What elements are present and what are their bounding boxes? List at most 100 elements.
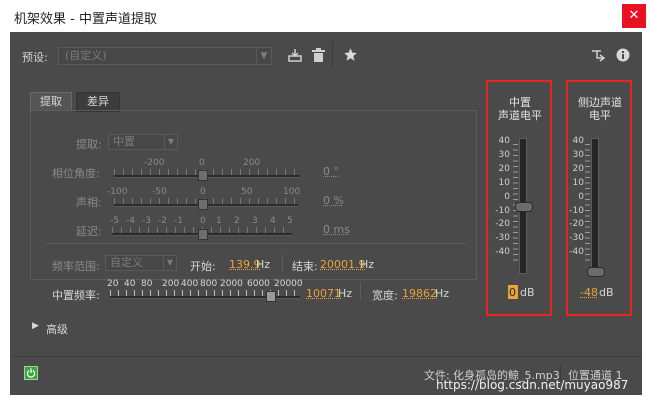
side-level-ticks — [585, 144, 590, 264]
pan-tick: 100 — [283, 187, 301, 197]
center-level-fader-knob[interactable] — [515, 202, 533, 212]
side-level-unit: dB — [599, 286, 614, 299]
center-freq-tick: 2000 — [220, 279, 243, 289]
chevron-down-icon: ▼ — [163, 256, 176, 270]
chevron-down-icon: ▼ — [256, 48, 271, 64]
delay-tick: -4 — [126, 216, 135, 226]
divider — [282, 254, 283, 272]
center-freq-tick: 80 — [141, 279, 153, 289]
effect-panel: 预设: (自定义) ▼ 提取 差异 提取: 中置 ▼ 相位角度: -200 0 … — [10, 32, 642, 395]
side-level-scale-label: 40 — [572, 136, 584, 146]
divider — [360, 282, 361, 300]
center-freq-value[interactable]: 10071 — [306, 287, 341, 300]
width-label: 宽度: — [372, 289, 398, 302]
side-level-scale-label: 0 — [578, 191, 584, 202]
preset-dropdown[interactable]: (自定义) ▼ — [58, 47, 272, 65]
center-level-scale-label: 0 — [504, 191, 510, 202]
freq-range-label: 频率范围: — [52, 260, 100, 273]
center-level-scale-label: -10 — [495, 205, 510, 216]
delay-label: 延迟: — [76, 225, 102, 238]
center-level-scale-label: 10 — [498, 177, 510, 188]
side-level-scale-label: 10 — [572, 177, 584, 188]
phase-slider-handle[interactable] — [198, 170, 208, 181]
divider — [46, 243, 466, 244]
phase-tick: 200 — [243, 158, 261, 168]
end-label: 结束: — [292, 260, 318, 273]
extract-label: 提取: — [76, 138, 102, 151]
delay-value[interactable]: 0 ms — [323, 223, 350, 236]
center-level-scale-label: -20 — [495, 219, 510, 230]
end-value[interactable]: 20001.9 — [320, 258, 366, 271]
side-level-scale-label: -30 — [569, 233, 584, 244]
center-freq-tick: 800 — [200, 279, 218, 289]
chevron-down-icon: ▼ — [164, 135, 177, 149]
preset-value: (自定义) — [65, 49, 107, 62]
save-preset-icon[interactable] — [288, 48, 302, 62]
extract-dropdown[interactable]: 中置 ▼ — [108, 134, 178, 150]
width-value[interactable]: 19862 — [402, 287, 437, 300]
delay-tick: -2 — [158, 216, 167, 226]
center-freq-tick: 20000 — [274, 279, 303, 289]
power-icon — [26, 368, 36, 378]
pan-tick: 50 — [241, 187, 253, 197]
tab-extract[interactable]: 提取 — [30, 92, 72, 111]
side-level-scale-label: -40 — [569, 247, 584, 258]
power-button[interactable] — [24, 366, 38, 380]
side-level-fader-knob[interactable] — [587, 267, 605, 278]
end-unit: Hz — [360, 258, 375, 271]
advanced-label[interactable]: 高级 — [46, 321, 68, 337]
preset-label: 预设: — [22, 51, 48, 64]
side-level-scale-label: 30 — [572, 149, 584, 160]
center-level-scale-label: 30 — [498, 149, 510, 160]
center-freq-unit: Hz — [338, 287, 353, 300]
pan-value[interactable]: 0 % — [323, 194, 344, 207]
freq-range-value: 自定义 — [110, 256, 143, 269]
delete-preset-icon[interactable] — [312, 48, 325, 62]
window-title: 机架效果 - 中置声道提取 — [14, 12, 157, 27]
delay-tick: 3 — [252, 216, 258, 226]
pan-label: 声相: — [76, 196, 102, 209]
close-button[interactable]: ✕ — [622, 4, 646, 28]
pan-tick: 0 — [200, 187, 206, 197]
info-icon[interactable] — [616, 48, 630, 62]
center-level-title-line2: 声道电平 — [498, 109, 542, 122]
delay-tick: 2 — [234, 216, 240, 226]
side-level-scale-label: -10 — [569, 205, 584, 216]
favorite-star-icon[interactable] — [343, 47, 358, 62]
delay-tick: 1 — [216, 216, 222, 226]
watermark-url: https://blog.csdn.net/muyao987 — [436, 378, 629, 392]
delay-tick: 4 — [270, 216, 276, 226]
center-level-scale-label: 20 — [498, 163, 510, 174]
tab-difference[interactable]: 差异 — [76, 92, 120, 112]
center-freq-tick: 400 — [181, 279, 199, 289]
routing-icon[interactable] — [591, 48, 605, 62]
delay-tick: -5 — [110, 216, 119, 226]
expand-triangle-icon[interactable]: ▶ — [32, 321, 39, 331]
center-level-title-line1: 中置 — [509, 96, 531, 109]
side-level-title-line1: 侧边声道 — [578, 96, 622, 109]
center-level-scale-label: -40 — [495, 247, 510, 258]
extract-value: 中置 — [113, 135, 135, 148]
phase-value[interactable]: 0 ° — [323, 165, 339, 178]
phase-tick: 0 — [199, 158, 205, 168]
toolbar-divider — [332, 42, 333, 68]
side-level-scale-label: 20 — [572, 163, 584, 174]
pan-slider-handle[interactable] — [198, 199, 208, 210]
side-level-fader-slot[interactable] — [591, 138, 599, 274]
start-unit: Hz — [256, 258, 271, 271]
side-level-value[interactable]: -48 — [580, 286, 598, 299]
tab-extract-label: 提取 — [40, 95, 62, 108]
tab-difference-label: 差异 — [87, 95, 109, 108]
center-freq-slider-handle[interactable] — [266, 291, 276, 302]
delay-tick: -3 — [142, 216, 151, 226]
freq-range-dropdown[interactable]: 自定义 ▼ — [105, 255, 177, 271]
delay-tick: -1 — [174, 216, 183, 226]
center-freq-tick: 200 — [162, 279, 180, 289]
pan-tick: -50 — [152, 187, 167, 197]
delay-tick: 0 — [200, 216, 206, 226]
center-level-value[interactable]: 0 — [509, 286, 516, 299]
center-level-unit: dB — [520, 286, 535, 299]
delay-slider-handle[interactable] — [198, 229, 208, 240]
bottom-divider — [10, 356, 642, 357]
side-level-scale-label: -20 — [569, 219, 584, 230]
